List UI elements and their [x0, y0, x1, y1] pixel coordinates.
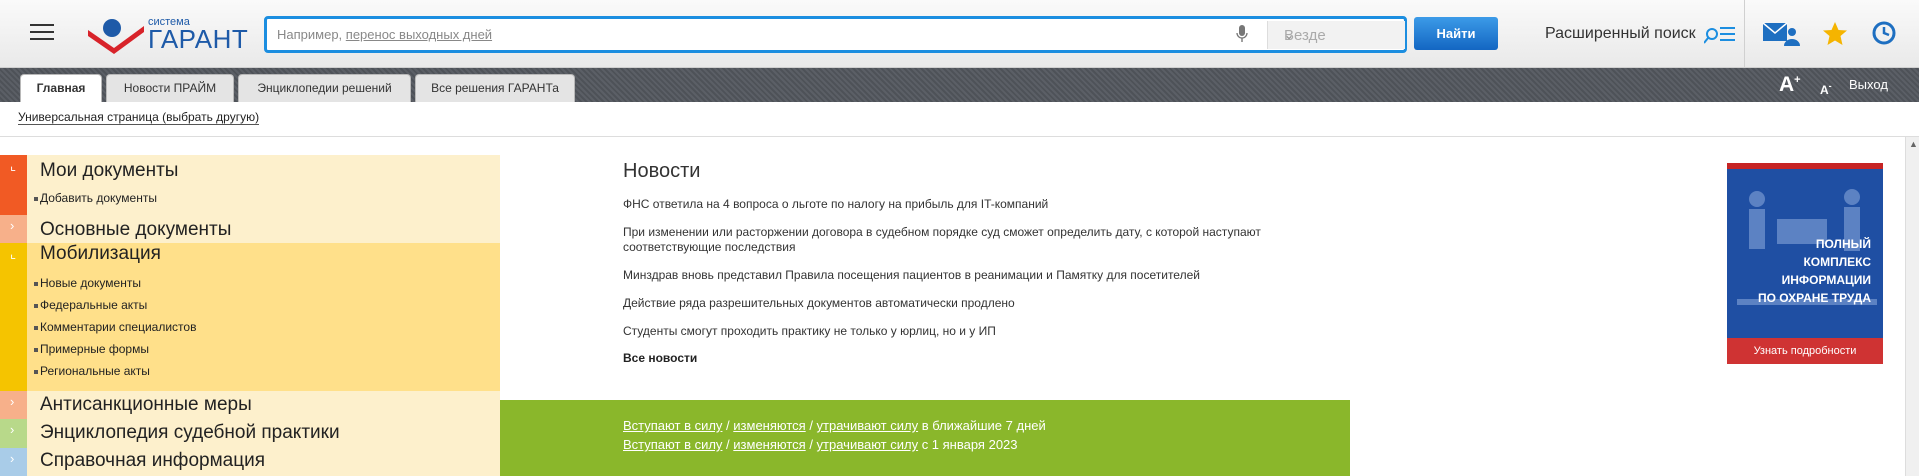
advanced-search-label: Расширенный поиск [1545, 25, 1696, 43]
tab-bar: Главная Новости ПРАЙМ Энциклопедии решен… [0, 68, 1919, 102]
font-increase-label: A [1779, 73, 1795, 96]
sidebar-section-mobilization: ⌞ Мобилизация Новые документы Федеральны… [0, 243, 500, 391]
mail-users-icon[interactable] [1762, 20, 1800, 46]
losing-force-link[interactable]: утрачивают силу [817, 437, 919, 452]
chevron-right-icon: › [10, 451, 15, 466]
changing-link[interactable]: изменяются [733, 437, 805, 452]
header-divider [1744, 0, 1745, 68]
font-decrease-button[interactable]: A- [1820, 81, 1832, 97]
microphone-icon[interactable] [1236, 25, 1248, 43]
news-item[interactable]: При изменении или расторжении договора в… [623, 225, 1303, 255]
subheader: Универсальная страница (выбрать другую) [0, 102, 1919, 137]
search-input[interactable]: Например, перенос выходных дней [277, 27, 492, 42]
font-increase-button[interactable]: A+ [1779, 73, 1801, 97]
sidebar-item-expert-comments[interactable]: Комментарии специалистов [33, 320, 196, 334]
section-marker: ⌞ [0, 155, 27, 215]
tab-main[interactable]: Главная [20, 74, 102, 102]
vertical-scrollbar[interactable]: ▲ [1905, 137, 1919, 476]
advanced-search-icon [1703, 27, 1736, 44]
slash: / [805, 437, 817, 452]
news-item[interactable]: Студенты смогут проходить практику не то… [623, 324, 1303, 339]
chevron-down-icon: ⌞ [10, 246, 17, 261]
section-marker: › [0, 419, 27, 448]
garant-logo[interactable]: система ГАРАНТ [86, 14, 249, 54]
chevron-right-icon: › [10, 218, 15, 233]
top-header: система ГАРАНТ Например, перенос выходны… [0, 0, 1919, 68]
changes-period: с 1 января 2023 [918, 437, 1018, 452]
sidebar-section-court-practice: › Энциклопедия судебной практики [0, 419, 500, 448]
changes-line-7-days: Вступают в силу / изменяются / утрачиваю… [623, 418, 1046, 433]
scroll-up-icon[interactable]: ▲ [1909, 139, 1918, 149]
news-item[interactable]: Минздрав вновь представил Правила посеще… [623, 268, 1303, 283]
banner-text: Полный комплекс информации по охране тру… [1727, 235, 1883, 307]
tab-all-solutions[interactable]: Все решения ГАРАНТа [415, 74, 575, 102]
chevron-right-icon: › [10, 422, 15, 437]
banner-more-button[interactable]: Узнать подробности [1727, 338, 1883, 364]
logout-link[interactable]: Выход [1849, 77, 1888, 92]
history-icon[interactable] [1871, 20, 1897, 46]
advanced-search-link[interactable]: Расширенный поиск [1545, 24, 1736, 44]
sidebar-item-new-documents[interactable]: Новые документы [34, 276, 141, 290]
logo-mark-icon [88, 19, 144, 54]
sidebar-section-anti-sanctions: › Антисанкционные меры [0, 391, 500, 419]
slash: / [805, 418, 817, 433]
banner-line: комплекс [1803, 255, 1871, 269]
section-marker: › [0, 215, 27, 243]
search-scope-select[interactable]: Везде ⌄ [1267, 21, 1405, 49]
sidebar-item-regional-acts[interactable]: Региональные акты [34, 364, 150, 378]
sidebar-item-sample-forms[interactable]: Примерные формы [34, 342, 149, 356]
news-item[interactable]: ФНС ответила на 4 вопроса о льготе по на… [623, 197, 1303, 212]
sidebar-section-main-documents: › Основные документы [0, 215, 500, 243]
sidebar-title-main-documents[interactable]: Основные документы [40, 219, 231, 241]
changing-link[interactable]: изменяются [733, 418, 805, 433]
chevron-down-icon: ⌞ [10, 158, 17, 173]
chevron-right-icon: › [10, 394, 15, 409]
search-example-link[interactable]: перенос выходных дней [346, 27, 492, 42]
enter-force-link[interactable]: Вступают в силу [623, 437, 722, 452]
sidebar-title-anti-sanctions[interactable]: Антисанкционные меры [40, 394, 252, 416]
banner-line: по охране труда [1757, 291, 1871, 305]
labor-safety-banner[interactable]: Полный комплекс информации по охране тру… [1727, 163, 1883, 364]
slash: / [722, 437, 734, 452]
sidebar-section-my-documents: ⌞ Мои документы Добавить документы [0, 155, 500, 215]
sidebar-item-add-documents[interactable]: Добавить документы [34, 191, 157, 205]
news-item[interactable]: Действие ряда разрешительных документов … [623, 296, 1303, 311]
tab-news-prime[interactable]: Новости ПРАЙМ [106, 74, 234, 102]
logo-big-text: ГАРАНТ [148, 24, 249, 54]
sidebar-title-court-practice[interactable]: Энциклопедия судебной практики [40, 422, 340, 444]
tab-encyclopedias[interactable]: Энциклопедии решений [238, 74, 411, 102]
choose-page-link[interactable]: Универсальная страница (выбрать другую) [18, 110, 260, 125]
sidebar-item-federal-acts[interactable]: Федеральные акты [33, 298, 147, 312]
slash: / [722, 418, 734, 433]
search-box[interactable]: Например, перенос выходных дней Везде ⌄ [264, 16, 1407, 53]
sidebar-title-mobilization[interactable]: Мобилизация [40, 243, 161, 265]
changes-period: в ближайшие 7 дней [918, 418, 1046, 433]
chevron-down-icon: ⌄ [1284, 28, 1295, 42]
star-icon[interactable] [1822, 21, 1848, 47]
find-button[interactable]: Найти [1414, 17, 1498, 50]
enter-force-link[interactable]: Вступают в силу [623, 418, 722, 433]
changes-line-jan-2023: Вступают в силу / изменяются / утрачиваю… [623, 437, 1018, 452]
section-marker: › [0, 391, 27, 419]
sidebar-title-my-documents[interactable]: Мои документы [40, 160, 178, 182]
sidebar-title-reference[interactable]: Справочная информация [40, 450, 265, 472]
losing-force-link[interactable]: утрачивают силу [817, 418, 919, 433]
all-news-link[interactable]: Все новости [623, 351, 697, 365]
banner-line: Полный [1815, 237, 1871, 251]
banner-line: информации [1781, 273, 1871, 287]
sidebar: ⌞ Мои документы Добавить документы › Осн… [0, 155, 500, 476]
menu-icon[interactable] [30, 24, 54, 42]
search-placeholder-prefix: Например, [277, 27, 346, 42]
legal-changes-block: Вступают в силу / изменяются / утрачиваю… [500, 400, 1350, 476]
sidebar-section-reference: › Справочная информация [0, 448, 500, 476]
font-decrease-label: A [1820, 83, 1829, 97]
section-marker: ⌞ [0, 243, 27, 391]
section-marker: › [0, 448, 27, 476]
news-heading: Новости [623, 160, 701, 182]
